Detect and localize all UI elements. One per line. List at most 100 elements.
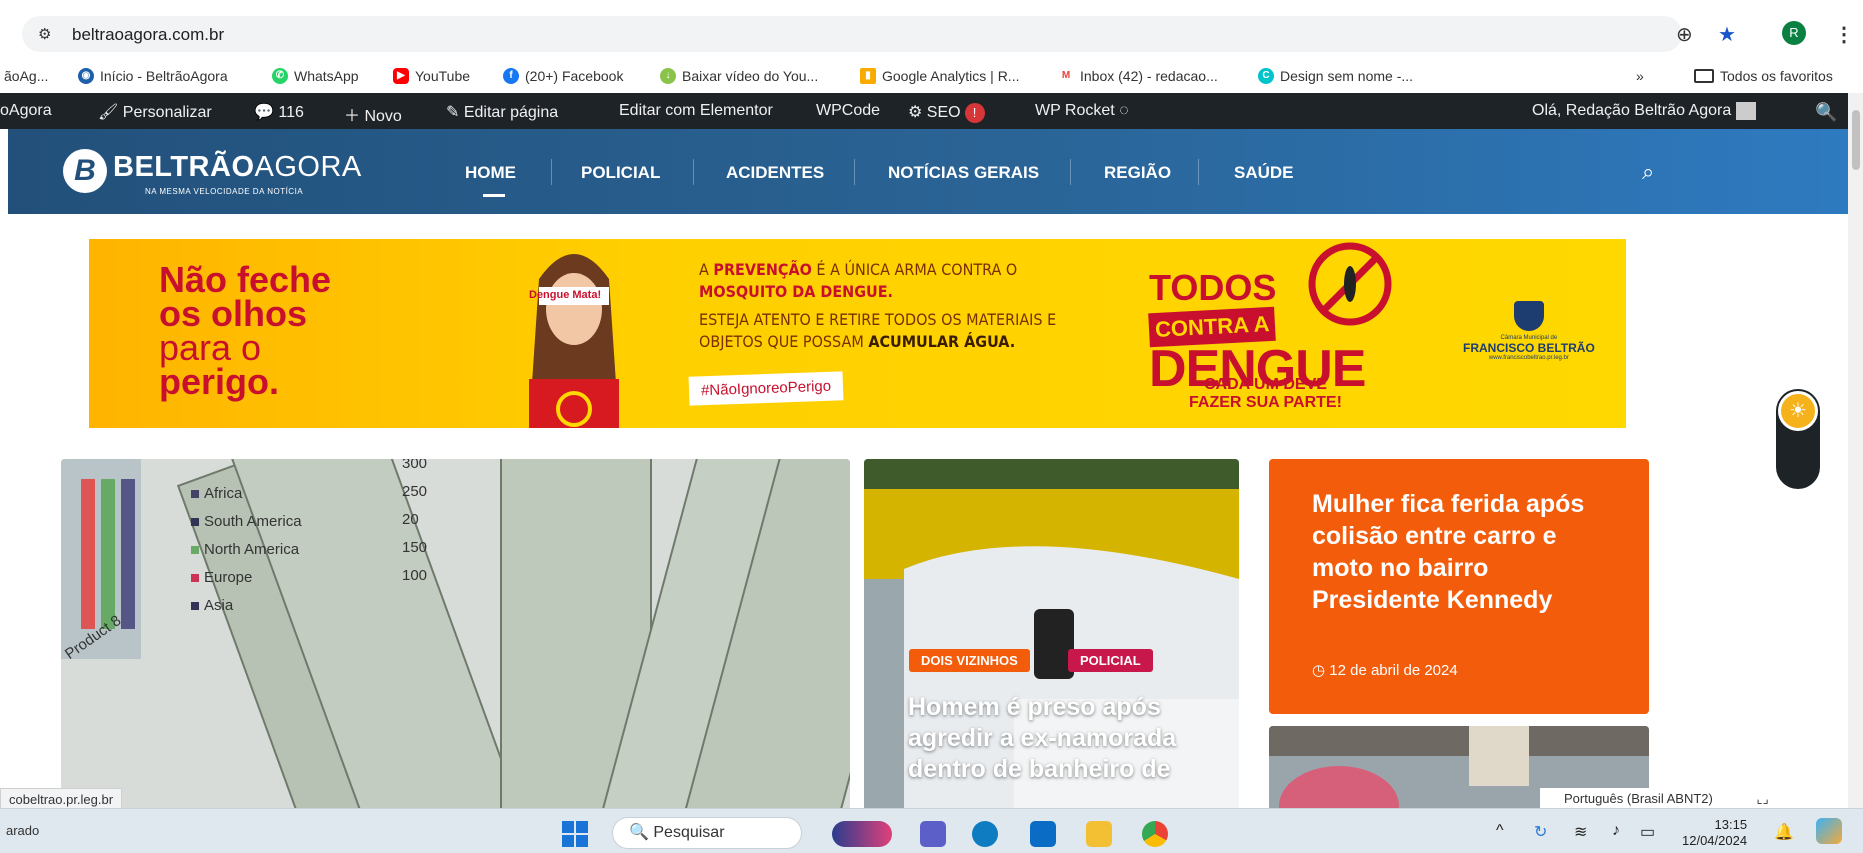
post-title-collision[interactable]: Mulher fica ferida após colisão entre ca… [1312, 488, 1612, 616]
teams-icon[interactable] [920, 821, 946, 847]
elementor-link[interactable]: Editar com Elementor [619, 102, 773, 120]
nav-regiao[interactable]: REGIÃO [1104, 163, 1171, 183]
chart-tick: 150 [402, 539, 428, 556]
site-search-icon[interactable]: ⌕ [1642, 159, 1654, 185]
chrome-icon[interactable] [1142, 821, 1168, 847]
tray-expand-icon[interactable]: ^ [1496, 822, 1504, 840]
customize-link[interactable]: 🖌 Personalizar [98, 102, 212, 122]
all-bookmarks[interactable]: Todos os favoritos [1694, 68, 1833, 84]
nav-noticias-gerais[interactable]: NOTÍCIAS GERAIS [888, 163, 1039, 183]
site-favicon-icon: ◉ [78, 68, 94, 84]
featured-post-money-image[interactable]: Africa South America North America Europ… [61, 459, 850, 819]
admin-search-icon[interactable]: 🔍 [1815, 102, 1837, 123]
edit-page-link[interactable]: ✎ Editar página [446, 102, 558, 122]
dengue-campaign-banner[interactable]: Não feche os olhos para o perigo. Dengue… [89, 239, 1626, 428]
logo-wordmark: BELTRÃOAGORA [113, 151, 362, 183]
mail-icon[interactable] [1030, 821, 1056, 847]
chart-tick: 250 [402, 483, 428, 500]
money-photo [61, 459, 850, 819]
bookmark-item[interactable]: ãoAg... [4, 68, 48, 84]
seo-alert-badge: ! [964, 103, 985, 123]
address-bar[interactable]: ⚙ beltraoagora.com.br [22, 16, 1682, 52]
seo-gear-icon: ⚙ [908, 104, 927, 121]
category-badge-dois-vizinhos[interactable]: DOIS VIZINHOS [909, 649, 1030, 672]
taskbar-search[interactable]: 🔍 Pesquisar [612, 817, 802, 849]
pencil-icon: ✎ [446, 104, 464, 121]
post-title-police[interactable]: Homem é preso após agredir a ex-namorada… [908, 692, 1198, 785]
nav-active-indicator [483, 194, 505, 197]
brush-icon: 🖌 [98, 104, 123, 121]
canva-icon: C [1258, 68, 1274, 84]
camara-crest-icon [1513, 301, 1544, 331]
nav-divider [693, 159, 694, 185]
nav-policial[interactable]: POLICIAL [581, 163, 660, 183]
comments-link[interactable]: 💬 116 [254, 102, 304, 122]
bookmark-item[interactable]: ◉ Início - BeltrãoAgora [78, 68, 228, 84]
banner-message: A PREVENÇÃO É A ÚNICA ARMA CONTRA O MOSQ… [699, 260, 1057, 351]
wpcode-link[interactable]: WPCode [816, 102, 880, 120]
notification-bell-icon[interactable]: 🔔 [1774, 822, 1794, 842]
wifi-icon[interactable]: ≋ [1574, 822, 1587, 842]
url-text[interactable]: beltraoagora.com.br [72, 25, 224, 45]
zoom-icon[interactable]: ⊕ [1676, 22, 1693, 47]
battery-icon[interactable]: ▭ [1640, 822, 1655, 842]
download-icon: ↓ [660, 68, 676, 84]
nav-acidentes[interactable]: ACIDENTES [726, 163, 824, 183]
more-bookmarks-button[interactable]: » [1636, 68, 1644, 84]
banner-hashtag: #NãoIgnoreoPerigo [688, 371, 844, 406]
page-scrollbar[interactable] [1848, 93, 1863, 808]
site-header: B BELTRÃOAGORA NA MESMA VELOCIDADE DA NO… [8, 129, 1848, 214]
bookmark-item[interactable]: ↓ Baixar vídeo do You... [660, 68, 818, 84]
bookmark-item[interactable]: ▮ Google Analytics | R... [860, 68, 1019, 84]
sun-icon: ☀ [1778, 391, 1818, 431]
analytics-icon: ▮ [860, 68, 876, 84]
chart-legend-item: South America [191, 513, 302, 530]
account-greeting[interactable]: Olá, Redação Beltrão Agora [1532, 102, 1756, 120]
wp-admin-bar: oAgora 🖌 Personalizar 💬 116 ＋ Novo ✎ Edi… [0, 93, 1863, 129]
facebook-icon: f [503, 68, 519, 84]
site-info-icon[interactable]: ⚙ [38, 25, 51, 43]
folder-icon [1694, 69, 1714, 83]
camara-logo: Câmara Municipal de FRANCISCO BELTRÃO ww… [1463, 301, 1595, 361]
chart-tick: 300 [402, 459, 428, 472]
dark-mode-toggle[interactable]: ☀ [1776, 389, 1820, 489]
bookmark-item[interactable]: ▶ YouTube [393, 68, 470, 84]
file-explorer-icon[interactable] [1086, 821, 1112, 847]
category-badge-policial[interactable]: POLICIAL [1068, 649, 1153, 672]
nav-home[interactable]: HOME [465, 163, 516, 183]
admin-site-link[interactable]: oAgora [0, 102, 52, 120]
comment-icon: 💬 [254, 104, 279, 121]
search-icon: 🔍 [629, 824, 654, 841]
logo-slogan: NA MESMA VELOCIDADE DA NOTÍCIA [145, 187, 304, 196]
nav-saude[interactable]: SAÚDE [1234, 163, 1294, 183]
nav-divider [551, 159, 552, 185]
profile-avatar[interactable]: R [1782, 21, 1806, 45]
banner-girl-illustration [529, 254, 619, 428]
taskbar-clock[interactable]: 13:15 12/04/2024 [1682, 817, 1747, 849]
seo-link[interactable]: ⚙ SEO! [908, 102, 985, 123]
windows-taskbar: arado 🔍 Pesquisar ^ ↻ ≋ ♪ ▭ 13:15 12/04/… [0, 808, 1863, 853]
volume-icon[interactable]: ♪ [1612, 822, 1620, 840]
sync-icon[interactable]: ↻ [1534, 822, 1547, 842]
input-language-indicator[interactable]: Português (Brasil ABNT2) ⌞⌟ [1540, 788, 1840, 810]
menu-icon[interactable]: ⋮ [1834, 22, 1854, 47]
bookmark-item[interactable]: C Design sem nome -... [1258, 68, 1413, 84]
chart-legend-item: Asia [191, 597, 233, 614]
edge-icon[interactable] [972, 821, 998, 847]
bookmark-star-icon[interactable]: ★ [1718, 22, 1736, 47]
bookmark-item[interactable]: f (20+) Facebook [503, 68, 623, 84]
expand-icon: ⌞⌟ [1756, 791, 1769, 806]
scrollbar-thumb[interactable] [1852, 110, 1860, 170]
banner-headline: Não feche os olhos para o perigo. [159, 259, 332, 402]
taskbar-left-text: arado [6, 823, 40, 838]
bookmark-item[interactable]: ✆ WhatsApp [272, 68, 359, 84]
no-mosquito-icon [1308, 242, 1392, 326]
new-link[interactable]: ＋ Novo [344, 102, 402, 126]
bookmark-item[interactable]: M Inbox (42) - redacao... [1058, 68, 1218, 84]
widgets-icon[interactable] [832, 821, 892, 847]
clock-icon: ◷ [1312, 662, 1330, 679]
windows-start-icon[interactable] [562, 821, 588, 847]
chart-tick: 20 [402, 511, 419, 528]
wprocket-link[interactable]: WP Rocket ◌ [1035, 102, 1129, 120]
copilot-icon[interactable] [1816, 818, 1842, 844]
